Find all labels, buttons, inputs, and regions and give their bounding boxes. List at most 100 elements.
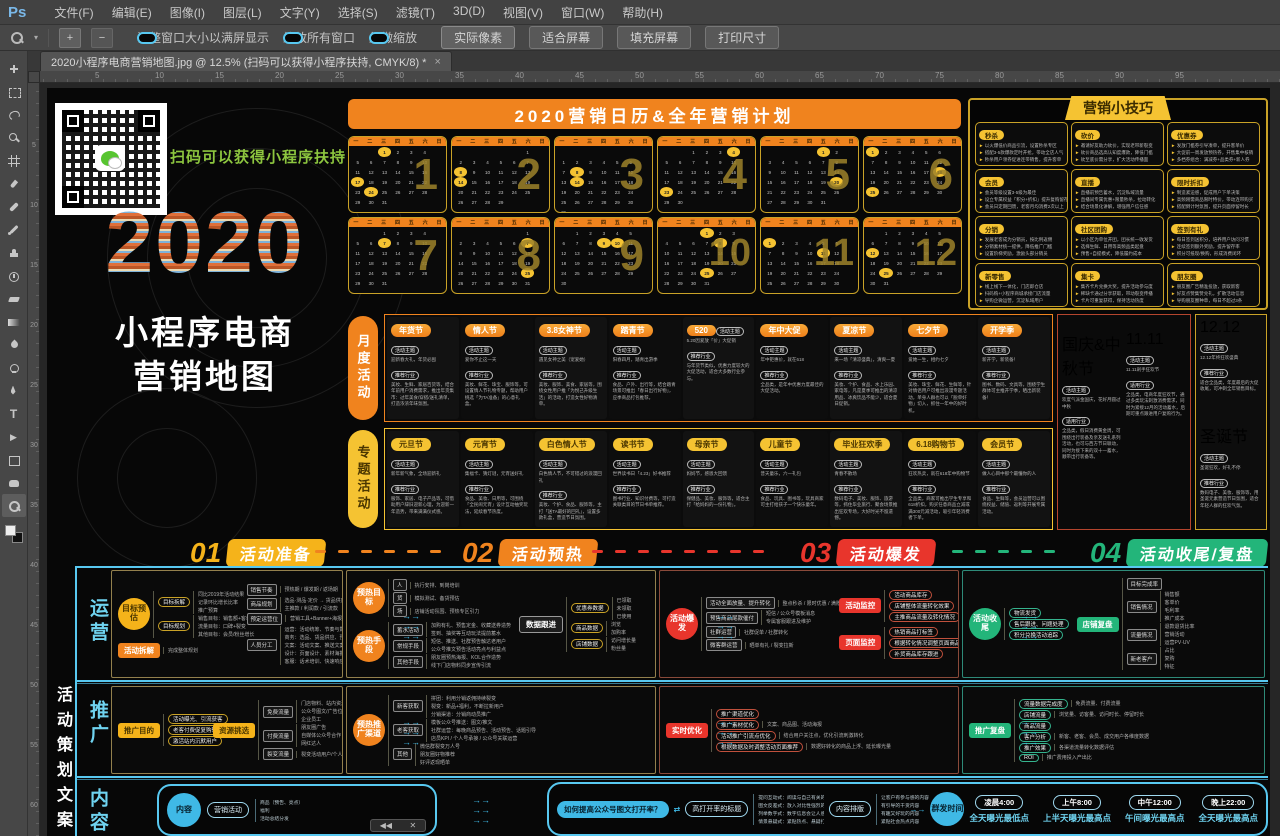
december-panel: 12.12活动主题12.12年终狂欢盛典推荐行业适合全品类，年度最后的大促收尾，… (1195, 314, 1267, 530)
ps-logo: Ps (8, 4, 26, 21)
calendar-month-card: 一二三四五六日123456789101112131415161718192021… (760, 136, 859, 213)
menu-item[interactable]: 视图(V) (503, 4, 543, 21)
mindmap-node: 朋友圈预热海报、KOL合作造势 (431, 654, 501, 661)
pen-tool[interactable] (2, 379, 26, 402)
send-time-pill: 凌晨4:00 (975, 795, 1023, 810)
mindmap-node: 特征 (1165, 663, 1175, 670)
brush-tool[interactable] (2, 218, 26, 241)
send-time-item: 凌晨4:00全天曝光最低点 (969, 795, 1029, 824)
type-tool[interactable]: T (2, 402, 26, 425)
mindmap-node: 社群运营：每晚商品预告、活动预告、话题引导 (431, 727, 536, 734)
option-button[interactable]: 打印尺寸 (705, 26, 779, 49)
eyedrop-icon (7, 177, 21, 191)
dodge-icon (7, 361, 21, 375)
mindmap-node: 文案、商品图、活动海报 (767, 721, 822, 728)
menu-item[interactable]: 帮助(H) (622, 4, 663, 21)
mindmap-node: 微信群裂变万人号 (420, 743, 460, 750)
mindmap-node: 常规手段 (393, 640, 423, 652)
ruler-horizontal[interactable]: 5101520253035404550556065707580859095 (40, 71, 1280, 83)
zoom-tool[interactable] (2, 494, 26, 517)
activity-card: 3.8女神节活动主题遇见女神之美（宠爱她）推荐行业美妆、服饰、美食、家居等，围绕… (535, 317, 607, 419)
canvas-area[interactable]: 扫码可以获得小程序扶持 2020 小程序电商 营销地图 2020营销日历&全年营… (40, 83, 1280, 836)
stamp-tool[interactable] (2, 241, 26, 264)
eyedrop-tool[interactable] (2, 172, 26, 195)
heal-tool[interactable] (2, 195, 26, 218)
option-checkbox[interactable]: 细微缩放 (369, 29, 417, 46)
mindmap-node: 浏览 (611, 621, 621, 628)
calendar-month-card: 一二三四五六日123456789101112131415161718192021… (760, 217, 859, 294)
menu-item[interactable]: 3D(D) (453, 4, 485, 21)
option-button[interactable]: 填充屏幕 (617, 26, 691, 49)
mindmap-node: 短信 / 公众号模板消息 (766, 610, 815, 617)
mindmap-node: 结合用户关注点，优化引流刺激转化 (784, 732, 864, 739)
mindmap-node: 签到、抽奖等互动玩法提前蓄水 (431, 630, 501, 637)
activity-card: 元旦节活动主题新年新气象，全场迎新礼推荐行业服饰、家居、电子产品等，可借助用户辞… (387, 431, 459, 527)
mindmap-node: 活动爆发 (666, 608, 698, 640)
activity-card-title: 元旦节 (391, 438, 431, 451)
menu-item[interactable]: 滤镜(T) (396, 4, 435, 21)
mini-overlay[interactable]: ◀◀ ✕ (370, 819, 426, 832)
history-tool[interactable] (2, 264, 26, 287)
monthly-activities-label: 月度活动 (348, 316, 378, 420)
menu-item[interactable]: 图像(I) (170, 4, 205, 21)
dodge-tool[interactable] (2, 356, 26, 379)
lasso-icon (7, 108, 21, 122)
rewind-icon[interactable]: ◀◀ (380, 821, 392, 830)
move-tool[interactable] (2, 57, 26, 80)
mindmap-node: 根据转化情况调整页面商品 (889, 638, 959, 648)
poster-title-line1: 小程序电商 (65, 306, 345, 354)
mindmap-node: 免费流量、付费流量 (1076, 700, 1121, 707)
mindmap-node: 免费流量 (263, 706, 293, 718)
mindmap-node: 加购有礼、预售定金、收藏送券造势 (431, 622, 511, 629)
send-time-pill: 晚上22:00 (1202, 795, 1254, 810)
option-checkbox[interactable]: 调整窗口大小以满屏显示 (137, 29, 269, 46)
hand-tool[interactable] (2, 471, 26, 494)
blur-tool[interactable] (2, 333, 26, 356)
pen-icon (7, 384, 21, 398)
mindmap-node: 设计：页面设计、素材海报制作 (285, 650, 343, 657)
path-tool[interactable]: ▶ (2, 425, 26, 448)
option-button[interactable]: 适合屏幕 (529, 26, 603, 49)
document-tab[interactable]: 2020小程序电商营销地图.jpg @ 12.5% (扫码可以获得小程序扶持, … (40, 51, 452, 71)
menu-item[interactable]: 文字(Y) (280, 4, 320, 21)
zoom-in-button[interactable]: + (59, 28, 81, 48)
menu-item[interactable]: 图层(L) (223, 4, 262, 21)
lasso-tool[interactable] (2, 103, 26, 126)
menu-item[interactable]: 选择(S) (338, 4, 378, 21)
gradient-tool[interactable] (2, 310, 26, 333)
marquee-tool[interactable] (2, 80, 26, 103)
shape-tool[interactable] (2, 448, 26, 471)
send-time-note: 午间曝光最高点 (1125, 812, 1185, 824)
photoshop-window: Ps 文件(F) 编辑(E) 图像(I) 图层(L) 文字(Y) 选择(S) 滤镜(T) 3D… (0, 0, 1280, 836)
crop-tool[interactable] (2, 149, 26, 172)
divider (48, 29, 49, 47)
color-swatches[interactable] (5, 525, 23, 543)
send-time-node: 群发时间 (930, 792, 964, 826)
band-cell: 推广目的活动曝光、引流获客老客付费促复购转化激活站内沉默用户资源挑选免费流量门店… (111, 686, 343, 774)
ruler-origin[interactable] (28, 71, 40, 83)
close-icon[interactable]: × (434, 56, 440, 68)
tip-card: 分销发展老客成为分销员，按比例返佣分销素材统一提供，降低推广门槛设置阶梯奖励，激… (975, 216, 1068, 260)
quick-tool[interactable] (2, 126, 26, 149)
activity-card-title: 儿童节 (760, 438, 800, 451)
menu-item[interactable]: 文件(F) (54, 4, 93, 21)
eraser-tool[interactable] (2, 287, 26, 310)
menu-item[interactable]: 窗口(W) (561, 4, 604, 21)
phase-dashes (315, 550, 441, 553)
chevron-down-icon[interactable]: ▾ (34, 33, 38, 42)
option-button[interactable]: 实际像素 (441, 26, 515, 49)
option-checkbox[interactable]: 缩放所有窗口 (283, 29, 355, 46)
band-cell: 推广复盘流量数据完成度免费流量、付费流量店铺流量浏览量、访客量、访问时长、停留时… (962, 686, 1265, 774)
close-icon[interactable]: ✕ (410, 821, 417, 830)
heal-icon (7, 200, 21, 214)
ripple-decoration (117, 428, 217, 528)
phase-header: 04活动收尾/复盘 (1090, 538, 1268, 568)
zoom-out-button[interactable]: − (91, 28, 113, 48)
menu-item[interactable]: 编辑(E) (112, 4, 152, 21)
flow-arrows: →→→→→→ (402, 718, 420, 747)
calendar-month-card: 一二三四五六日123456789101112131415161718192021… (348, 136, 447, 213)
mindmap-node: 主推款 / 利润款 / 引流款 (285, 605, 338, 612)
mindmap-node: 推广成本 (1165, 615, 1185, 622)
zoom-tool-icon[interactable] (10, 31, 24, 45)
ruler-vertical[interactable]: 51015202530354045505560 (28, 83, 40, 836)
